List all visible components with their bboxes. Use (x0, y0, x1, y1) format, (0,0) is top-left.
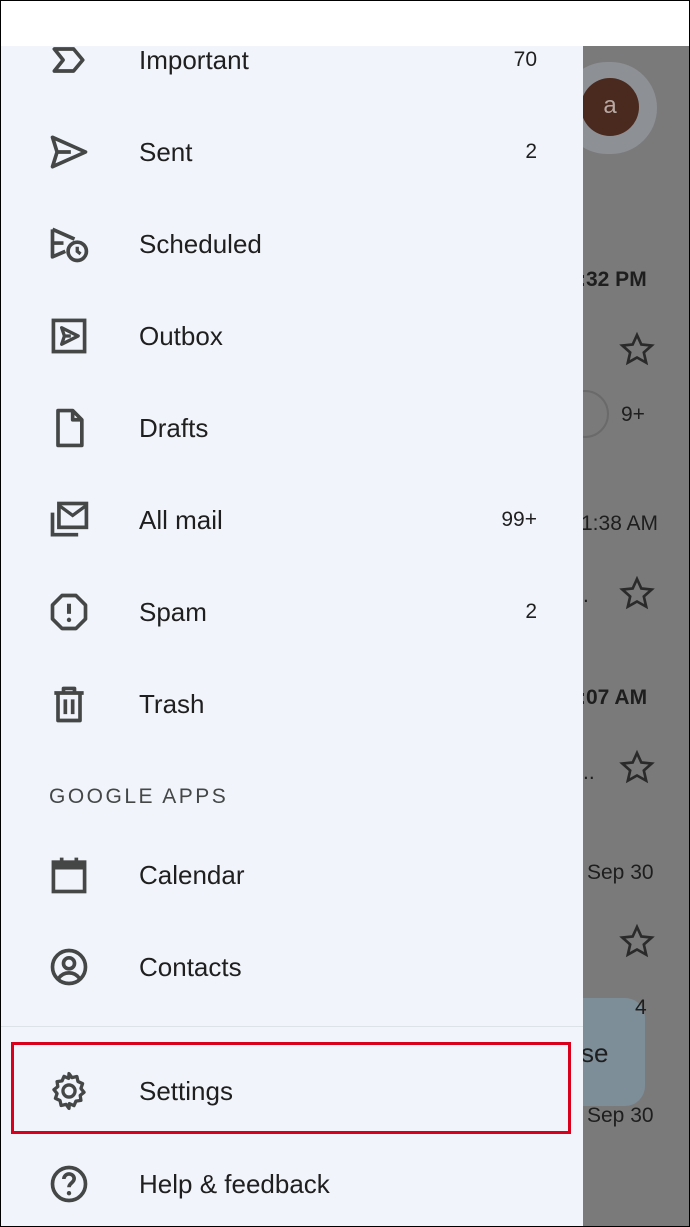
email-time: :32 PM (579, 268, 647, 291)
drawer-item-count: 99+ (501, 508, 537, 531)
trash-icon (54, 686, 84, 723)
email-time: Sep 30 (587, 861, 654, 884)
drawer-item-label: Outbox (139, 321, 223, 351)
email-time: Sep 30 (587, 1104, 654, 1127)
email-snippet: .. (583, 761, 595, 784)
star-icon[interactable] (617, 748, 657, 788)
star-icon[interactable] (617, 330, 657, 370)
drawer-item-label: All mail (139, 505, 223, 535)
drawer-item-count: 2 (525, 140, 537, 163)
drawer-item-label: Sent (139, 137, 193, 167)
drawer-item-label: Calendar (139, 860, 245, 890)
drawer-item-label: Drafts (139, 413, 209, 443)
spam-icon (50, 593, 88, 631)
drawer-item-sent[interactable]: Sent 2 (1, 106, 583, 198)
star-icon[interactable] (617, 574, 657, 614)
screen-frame: a :32 PM 9+ 1:38 AM . :07 AM .. Sep 30 s… (0, 0, 690, 1227)
thread-count: 4 (635, 996, 647, 1019)
drawer-item-label: Scheduled (139, 229, 262, 259)
drawer-item-spam[interactable]: Spam 2 (1, 566, 583, 658)
draft-icon (56, 408, 84, 448)
drawer-item-important[interactable]: Important 70 (1, 46, 583, 106)
email-time: :07 AM (579, 686, 648, 709)
outbox-icon (51, 318, 87, 354)
schedule-send-icon (50, 227, 89, 263)
drawer-item-scheduled[interactable]: Scheduled (1, 198, 583, 290)
avatar: a (581, 78, 639, 136)
label-important-icon (52, 47, 85, 73)
send-icon (50, 135, 88, 169)
navigation-drawer: Important 70 Sent 2 Scheduled Outbox Dra… (1, 46, 583, 1226)
settings-highlight-box (11, 1042, 571, 1134)
email-snippet: . (583, 584, 589, 607)
compose-label-fragment: se (581, 1038, 609, 1068)
drawer-item-contacts[interactable]: Contacts (1, 921, 583, 1013)
drawer-item-all-mail[interactable]: All mail 99+ (1, 474, 583, 566)
help-icon (50, 1165, 88, 1203)
drawer-item-label: Help & feedback (139, 1169, 330, 1199)
drawer-item-outbox[interactable]: Outbox (1, 290, 583, 382)
drawer-item-help-feedback[interactable]: Help & feedback (1, 1138, 583, 1226)
star-icon[interactable] (617, 922, 657, 962)
calendar-icon (51, 857, 87, 894)
contacts-icon (50, 948, 88, 986)
drawer-item-label: Spam (139, 597, 207, 627)
drawer-item-calendar[interactable]: Calendar (1, 829, 583, 921)
section-header-google-apps: GOOGLE APPS (49, 785, 229, 808)
email-time: 1:38 AM (581, 512, 659, 535)
all-mail-icon (50, 501, 89, 537)
status-bar (1, 1, 689, 46)
drawer-item-count: 2 (525, 600, 537, 623)
drawer-item-label: Important (139, 46, 249, 75)
drawer-item-trash[interactable]: Trash (1, 658, 583, 750)
drawer-divider (1, 1026, 583, 1027)
thread-count: 9+ (621, 403, 645, 426)
drawer-item-label: Contacts (139, 952, 242, 982)
drawer-item-count: 70 (513, 48, 537, 71)
drawer-item-drafts[interactable]: Drafts (1, 382, 583, 474)
drawer-item-label: Trash (139, 689, 205, 719)
